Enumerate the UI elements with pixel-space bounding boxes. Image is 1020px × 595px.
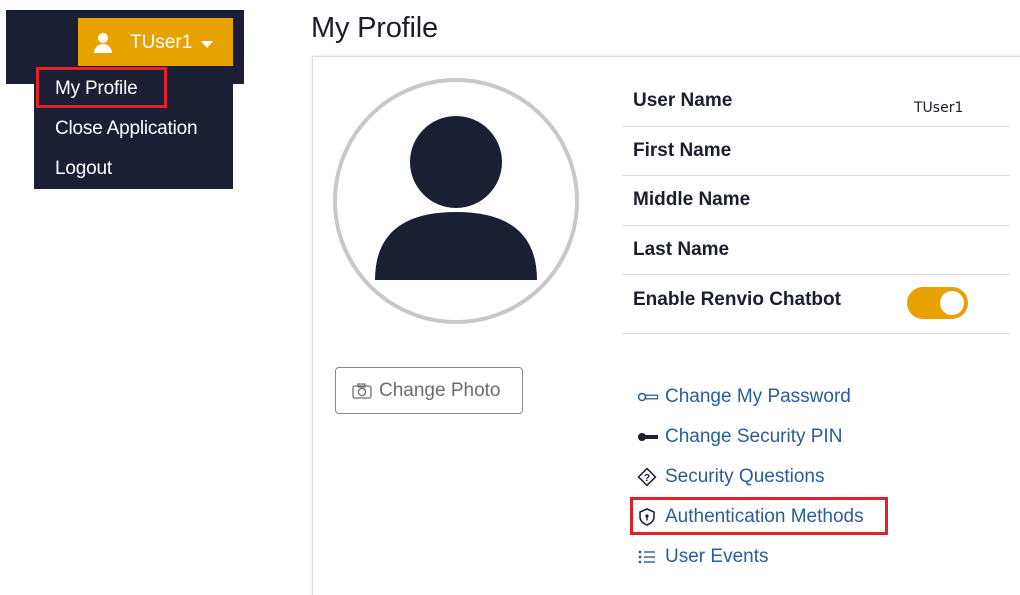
highlight-box-authentication-methods <box>630 497 888 535</box>
avatar <box>333 78 579 324</box>
user-events-link[interactable]: User Events <box>637 546 768 568</box>
user-menu-username: TUser1 <box>130 32 193 53</box>
field-label-first-name: First Name <box>633 140 732 161</box>
field-value-user-name: TUser1 <box>914 100 964 116</box>
user-icon <box>92 32 114 54</box>
key-outline-icon <box>637 386 659 408</box>
divider <box>622 333 1010 334</box>
question-diamond-icon: ? <box>637 466 659 488</box>
divider <box>622 225 1010 226</box>
change-password-label: Change My Password <box>665 386 851 407</box>
menu-item-close-application[interactable]: Close Application <box>55 118 198 140</box>
chatbot-toggle[interactable] <box>907 287 968 319</box>
camera-icon <box>352 382 372 399</box>
highlight-box-my-profile <box>36 67 167 108</box>
security-questions-link[interactable]: ? Security Questions <box>637 466 824 488</box>
change-photo-label: Change Photo <box>379 379 501 401</box>
field-label-last-name: Last Name <box>633 239 730 260</box>
field-label-middle-name: Middle Name <box>633 189 751 210</box>
divider <box>622 274 1010 275</box>
field-label-user-name: User Name <box>633 90 733 111</box>
change-photo-button[interactable]: Change Photo <box>335 367 523 414</box>
change-security-pin-link[interactable]: Change Security PIN <box>637 426 842 448</box>
list-icon <box>637 546 659 568</box>
svg-text:?: ? <box>644 473 650 484</box>
caret-down-icon <box>201 41 214 48</box>
avatar-placeholder-icon <box>375 116 537 280</box>
change-security-pin-label: Change Security PIN <box>665 426 843 447</box>
user-events-label: User Events <box>665 546 769 567</box>
chatbot-label: Enable Renvio Chatbot <box>633 289 841 310</box>
key-solid-icon <box>637 426 659 448</box>
user-menu-button[interactable]: TUser1 <box>78 18 233 68</box>
divider <box>622 175 1010 176</box>
toggle-knob <box>940 291 964 315</box>
security-questions-label: Security Questions <box>665 466 825 487</box>
page-title: My Profile <box>311 12 438 44</box>
menu-item-logout[interactable]: Logout <box>55 158 112 180</box>
divider <box>622 126 1010 127</box>
change-password-link[interactable]: Change My Password <box>637 386 851 408</box>
